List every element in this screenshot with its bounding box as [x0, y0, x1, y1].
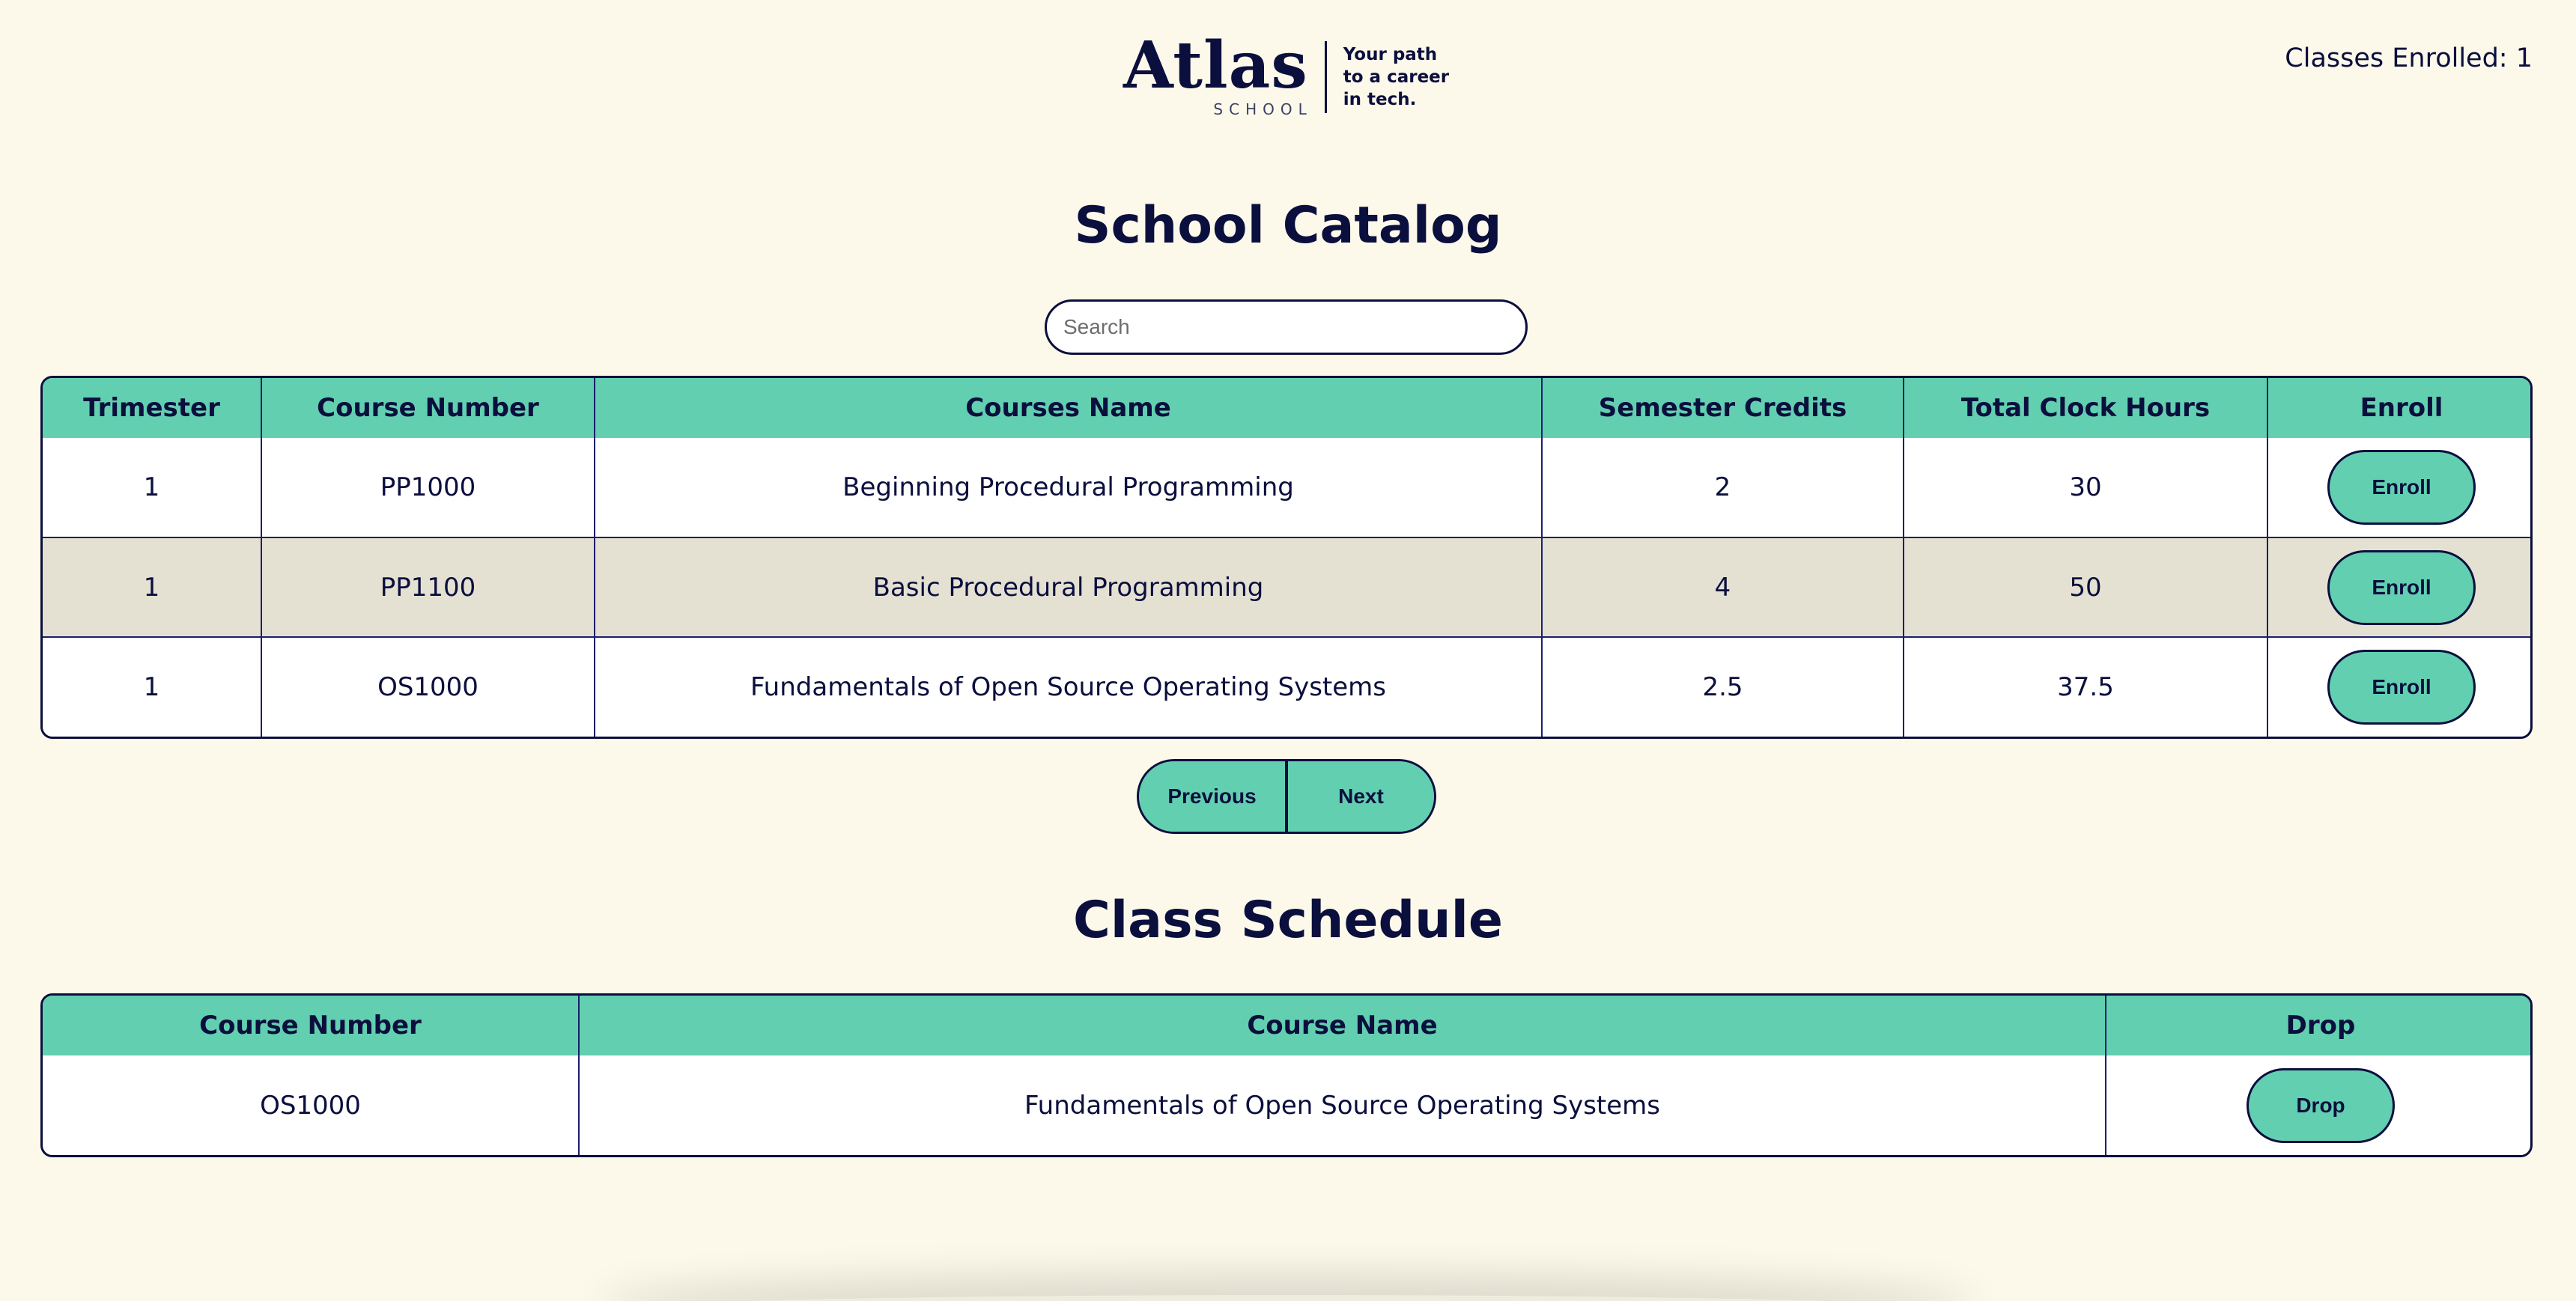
- logo-divider: [1324, 41, 1327, 113]
- column-header-total-clock-hours: Total Clock Hours: [1903, 378, 2267, 438]
- search-input[interactable]: [1045, 299, 1528, 355]
- table-row: 1 PP1100 Basic Procedural Programming 4 …: [43, 537, 2530, 637]
- schedule-header-row: Course Number Course Name Drop: [43, 996, 2530, 1055]
- table-row: 1 PP1000 Beginning Procedural Programmin…: [43, 438, 2530, 537]
- cell-enroll: Enroll: [2267, 438, 2530, 537]
- enroll-button[interactable]: Enroll: [2327, 549, 2476, 625]
- column-header-course-number: Course Number: [261, 378, 595, 438]
- atlas-school-logo[interactable]: Atlas SCHOOL Your path to a career in te…: [1123, 28, 1449, 119]
- classes-enrolled-counter: Classes Enrolled: 1: [2285, 43, 2533, 73]
- pagination-controls: Previous Next: [1137, 759, 1436, 834]
- logo-tagline-line: in tech.: [1343, 90, 1417, 109]
- column-header-course-name: Course Name: [578, 996, 2106, 1055]
- page: Atlas SCHOOL Your path to a career in te…: [0, 0, 2576, 1301]
- enroll-button[interactable]: Enroll: [2327, 650, 2476, 725]
- previous-page-button[interactable]: Previous: [1139, 761, 1285, 832]
- schedule-table: Course Number Course Name Drop OS1000 Fu…: [40, 993, 2533, 1157]
- cell-semester-credits: 2.5: [1541, 636, 1904, 737]
- column-header-trimester: Trimester: [43, 378, 261, 438]
- catalog-header-row: Trimester Course Number Courses Name Sem…: [43, 378, 2530, 438]
- logo-tagline-line: to a career: [1343, 67, 1450, 87]
- cell-total-clock-hours: 30: [1903, 438, 2267, 537]
- cell-course-number: OS1000: [261, 636, 595, 737]
- logo-title: Atlas: [1123, 28, 1308, 103]
- cell-course-name: Fundamentals of Open Source Operating Sy…: [594, 636, 1542, 737]
- cell-drop: Drop: [2105, 1055, 2530, 1155]
- cell-course-name: Beginning Procedural Programming: [594, 438, 1542, 537]
- catalog-title: School Catalog: [1074, 196, 1502, 255]
- table-row: 1 OS1000 Fundamentals of Open Source Ope…: [43, 636, 2530, 737]
- next-page-button[interactable]: Next: [1285, 761, 1434, 832]
- cell-total-clock-hours: 50: [1903, 537, 2267, 637]
- cell-total-clock-hours: 37.5: [1903, 636, 2267, 737]
- cell-semester-credits: 4: [1541, 537, 1904, 637]
- column-header-course-number: Course Number: [43, 996, 579, 1055]
- cell-course-name: Fundamentals of Open Source Operating Sy…: [578, 1055, 2106, 1155]
- logo-tagline-line: Your path: [1343, 45, 1438, 64]
- cell-course-number: OS1000: [260, 1090, 361, 1121]
- cell-trimester: 1: [43, 537, 261, 637]
- logo-tagline: Your path to a career in tech.: [1343, 43, 1449, 111]
- column-header-drop: Drop: [2105, 996, 2530, 1055]
- enroll-button[interactable]: Enroll: [2327, 450, 2476, 525]
- logo-wordmark: Atlas SCHOOL: [1123, 28, 1308, 119]
- catalog-table: Trimester Course Number Courses Name Sem…: [40, 376, 2533, 739]
- table-row: OS1000 Fundamentals of Open Source Opera…: [43, 1055, 2530, 1155]
- cell-course-number: PP1100: [261, 537, 595, 637]
- bottom-edge-shadow: [614, 1295, 1962, 1301]
- column-header-semester-credits: Semester Credits: [1541, 378, 1904, 438]
- logo-subtitle: SCHOOL: [1213, 100, 1313, 118]
- column-header-courses-name: Courses Name: [594, 378, 1542, 438]
- drop-button[interactable]: Drop: [2247, 1067, 2395, 1143]
- cell-semester-credits: 2: [1541, 438, 1904, 537]
- cell-trimester: 1: [143, 472, 160, 502]
- cell-enroll: Enroll: [2267, 636, 2530, 737]
- cell-course-number: PP1000: [261, 438, 595, 537]
- cell-trimester: 1: [43, 636, 261, 737]
- column-header-enroll: Enroll: [2267, 378, 2530, 438]
- cell-course-name: Basic Procedural Programming: [594, 537, 1542, 637]
- schedule-title: Class Schedule: [1072, 891, 1504, 950]
- cell-enroll: Enroll: [2267, 537, 2530, 637]
